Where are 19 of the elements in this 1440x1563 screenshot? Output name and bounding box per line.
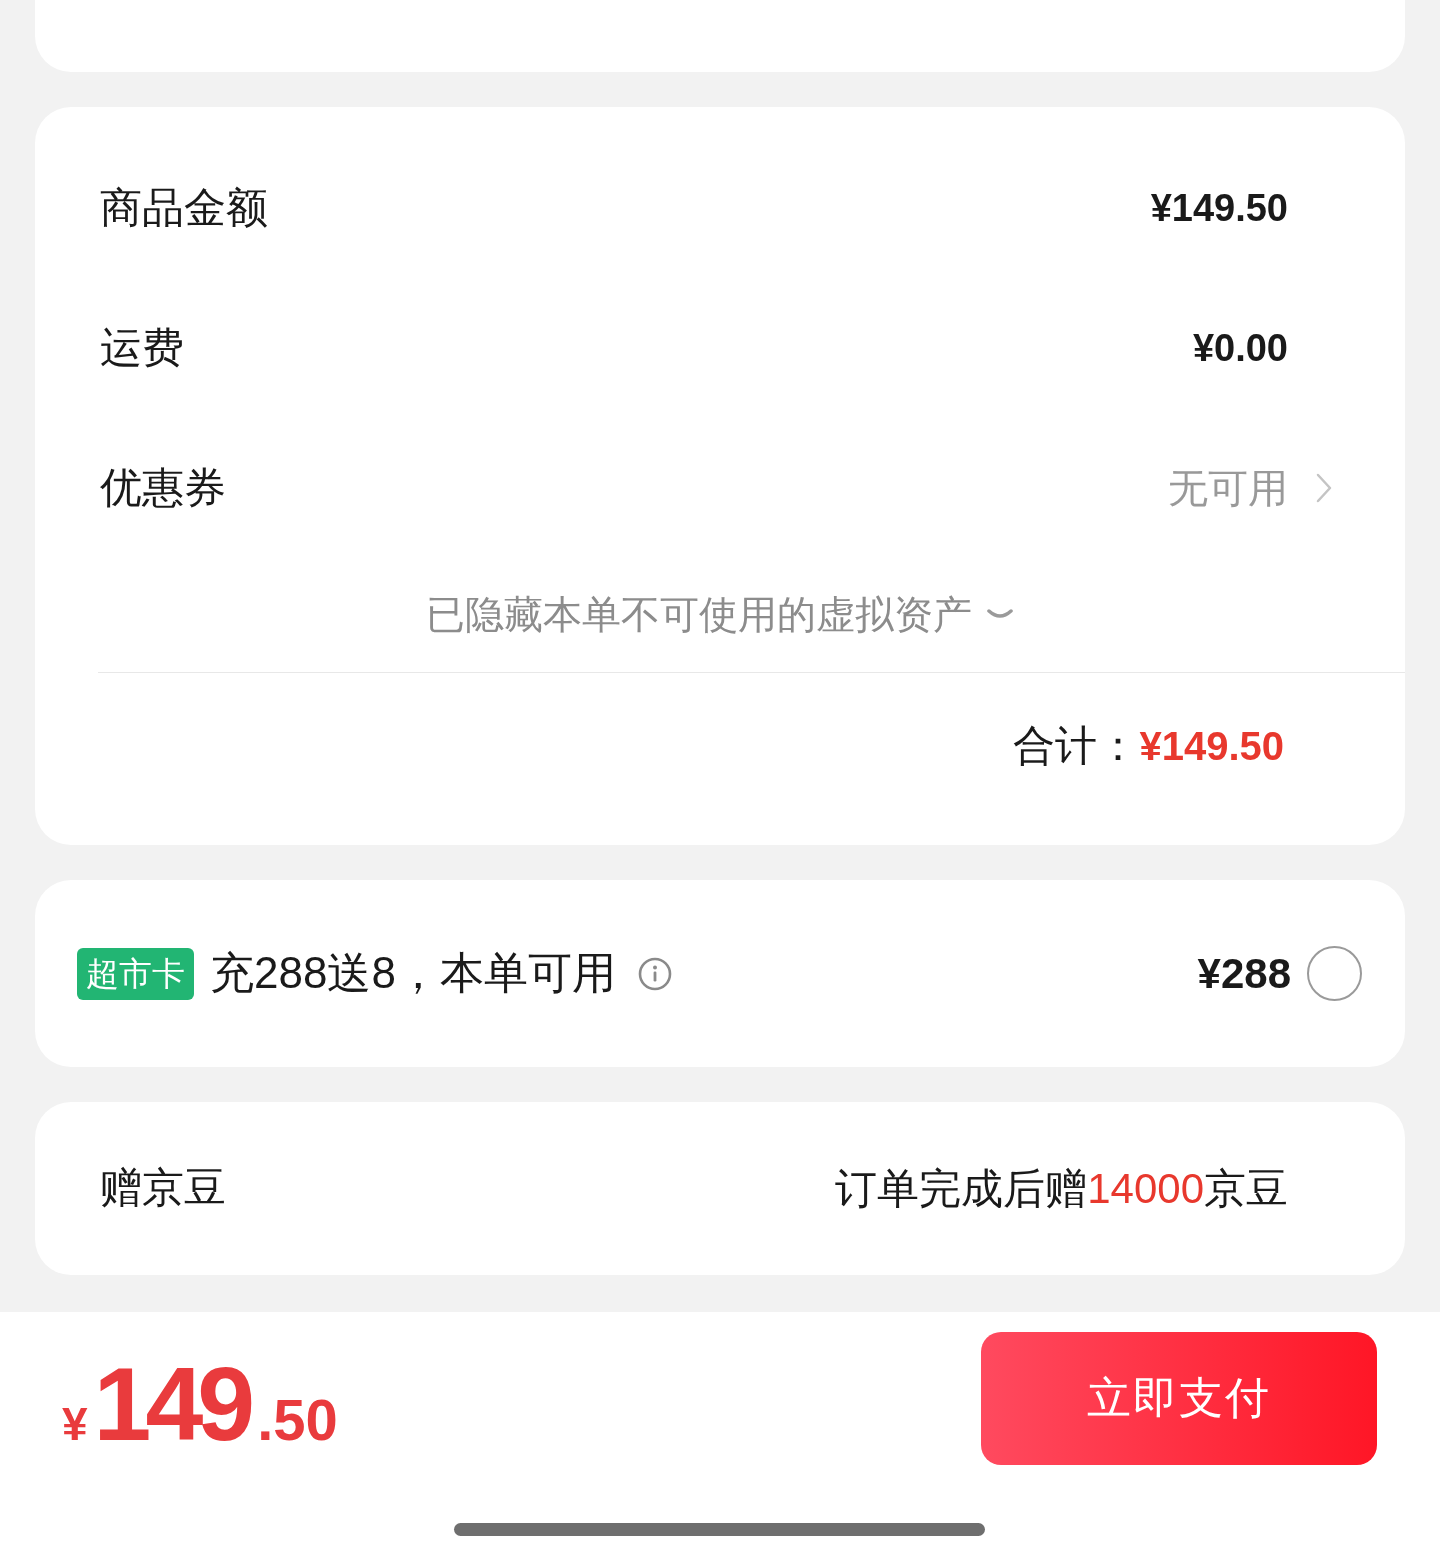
total-price: ¥149.50 — [62, 1344, 338, 1456]
pay-now-button[interactable]: 立即支付 — [981, 1332, 1377, 1465]
total-label: 合计： — [1013, 721, 1140, 771]
info-icon[interactable] — [637, 956, 672, 991]
beans-reward-text: 订单完成后赠14000京豆 — [835, 1163, 1288, 1214]
beans-label: 赠京豆 — [100, 1163, 226, 1214]
chevron-right-icon[interactable] — [1316, 473, 1332, 503]
summary-label: 商品金额 — [100, 182, 268, 233]
amount-value: ¥0.00 — [1192, 326, 1288, 370]
offer-price: ¥288 — [1197, 949, 1291, 998]
coupon-status-link[interactable]: 无可用 — [1168, 460, 1288, 516]
amount-value: ¥149.50 — [1150, 186, 1288, 230]
offer-text: 充288送8，本单可用 — [210, 947, 616, 999]
hidden-assets-toggle[interactable]: 已隐藏本单不可使用的虚拟资产 — [426, 588, 1014, 642]
total-amount: ¥149.50 — [1139, 723, 1284, 769]
summary-label: 优惠券 — [100, 462, 226, 513]
offer-radio[interactable] — [1307, 946, 1362, 1001]
summary-label: 运费 — [100, 322, 184, 373]
supermarket-card-badge: 超市卡 — [77, 947, 194, 1000]
